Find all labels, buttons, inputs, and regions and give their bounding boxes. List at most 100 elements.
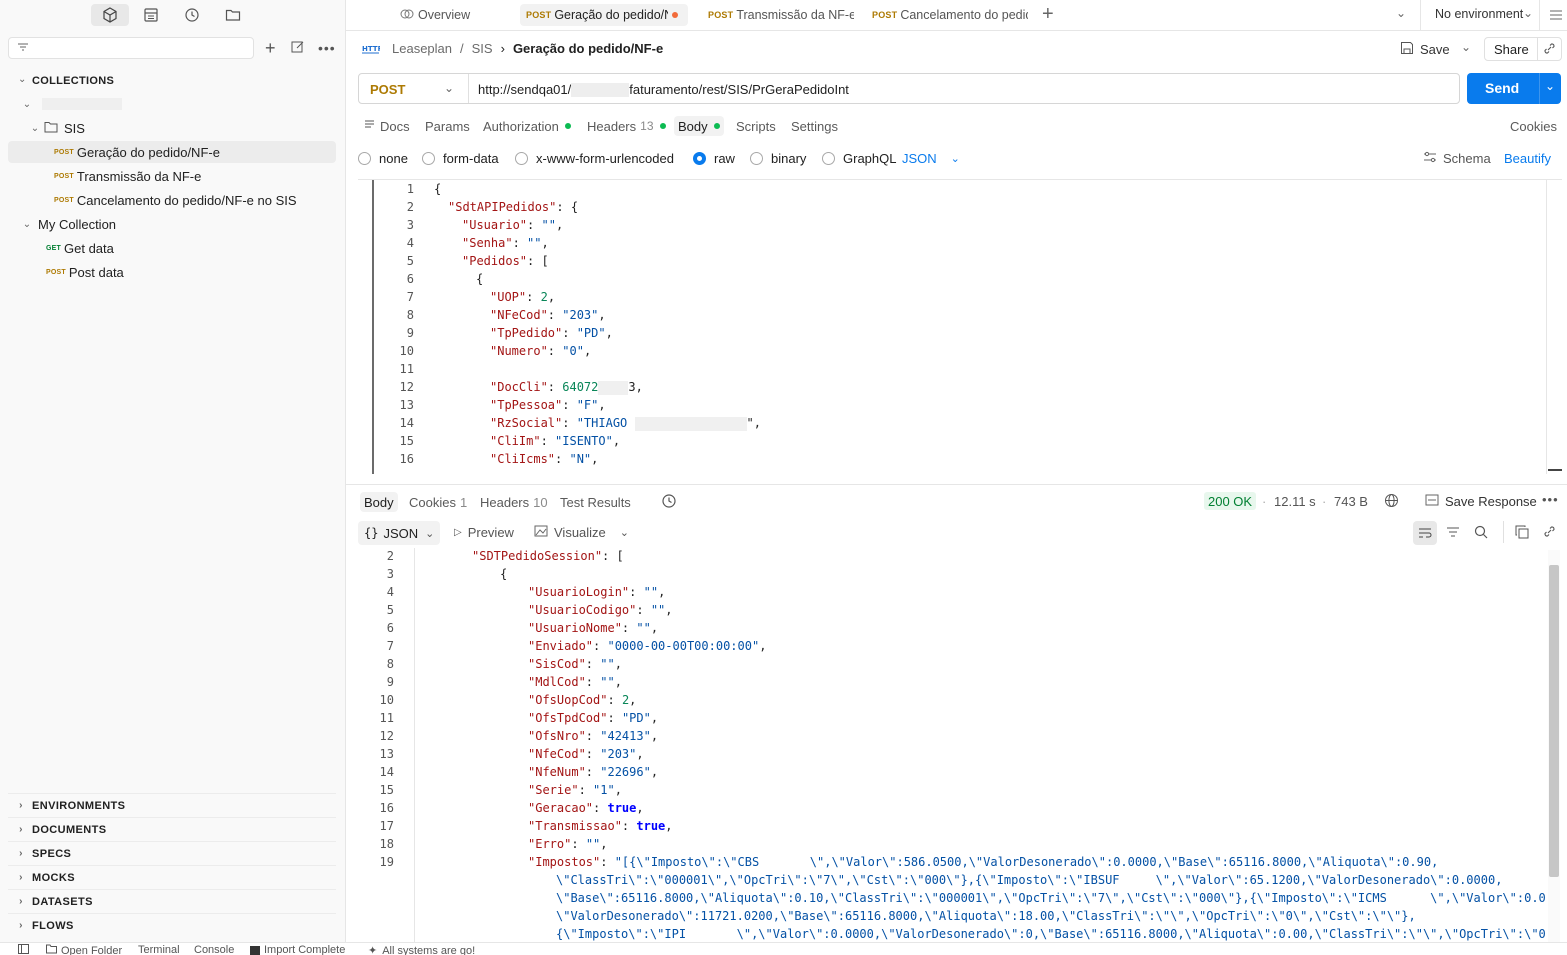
environment-quick-look-icon[interactable]: [1549, 8, 1563, 25]
sidebar-request-post-data[interactable]: POST Post data: [8, 261, 336, 283]
copy-icon[interactable]: [1515, 525, 1529, 542]
tab-body[interactable]: Body: [674, 116, 724, 136]
pane-divider[interactable]: [346, 484, 1567, 485]
tab-transmissao[interactable]: POST Transmissão da NF-e: [702, 4, 854, 26]
url-input[interactable]: http://sendqa01/ faturamento/rest/SIS/Pr…: [478, 82, 849, 97]
breadcrumb-item[interactable]: Leaseplan: [392, 41, 452, 56]
unsaved-dot-icon: [672, 12, 679, 18]
method-select[interactable]: POST: [370, 82, 405, 97]
tab-docs[interactable]: Docs: [364, 116, 410, 136]
link-icon[interactable]: [1543, 42, 1556, 58]
section-mocks[interactable]: › MOCKS: [8, 865, 336, 889]
link-icon[interactable]: [1543, 525, 1556, 541]
radio-urlencoded[interactable]: x-www-form-urlencoded: [515, 151, 674, 166]
radio-graphql[interactable]: GraphQL: [822, 151, 896, 166]
breadcrumb-item[interactable]: SIS: [472, 41, 493, 56]
chevron-down-icon[interactable]: ⌄: [444, 81, 454, 95]
tab-params[interactable]: Params: [425, 116, 470, 136]
radio-binary[interactable]: binary: [750, 151, 806, 166]
chevron-down-icon[interactable]: ⌄: [18, 74, 26, 85]
line-number: 12: [379, 729, 394, 743]
request-body-editor[interactable]: 1{2 "SdtAPIPedidos": {3 "Usuario": "", 4 "Se…: [374, 180, 1544, 474]
history-icon[interactable]: [173, 4, 211, 26]
tab-headers[interactable]: Headers 13: [587, 116, 666, 136]
environment-select[interactable]: No environment: [1435, 7, 1523, 21]
environments-icon[interactable]: [132, 4, 170, 26]
sidebar-request-cancelamento[interactable]: POST Cancelamento do pedido/NF-e no SIS: [8, 189, 336, 211]
tab-overview[interactable]: Overview: [394, 4, 514, 26]
folder-sis[interactable]: ⌄ SIS: [8, 117, 336, 139]
response-scrollbar[interactable]: [1549, 565, 1559, 877]
schema-button[interactable]: Schema: [1423, 151, 1491, 166]
section-environments[interactable]: › ENVIRONMENTS: [8, 793, 336, 817]
sidebar-request-transmissao[interactable]: POST Transmissão da NF-e: [8, 165, 336, 187]
collection-my-collection[interactable]: ⌄ My Collection: [8, 213, 336, 235]
tab-geracao[interactable]: POST Geração do pedido/NF-e: [520, 4, 688, 26]
format-select[interactable]: JSON ⌄: [902, 151, 960, 166]
system-status[interactable]: ✦ All systems are go!: [368, 944, 475, 955]
tab-scripts[interactable]: Scripts: [736, 116, 776, 136]
folder-icon[interactable]: [214, 4, 252, 26]
new-tab-icon[interactable]: +: [1042, 3, 1054, 25]
add-icon[interactable]: +: [265, 39, 276, 57]
collections-label[interactable]: COLLECTIONS: [32, 75, 114, 87]
send-button[interactable]: Send ⌄: [1467, 73, 1561, 104]
import-status[interactable]: Import Complete: [250, 944, 345, 955]
response-time[interactable]: 12.11 s: [1274, 494, 1316, 509]
line-number: 10: [399, 344, 414, 358]
sidebar-request-get-data[interactable]: GET Get data: [8, 237, 336, 259]
save-dropdown-icon[interactable]: ⌄: [1461, 40, 1471, 54]
response-body-viewer[interactable]: 2 "SDTPedidoSession": [3{4 "UsuarioLogin":…: [350, 548, 1546, 942]
active-dot-icon: [564, 123, 571, 129]
tab-settings[interactable]: Settings: [791, 116, 838, 136]
tab-authorization[interactable]: Authorization: [483, 116, 571, 136]
page-title[interactable]: Geração do pedido/NF-e: [513, 41, 663, 56]
tab-cancelamento[interactable]: POST Cancelamento do pedido: [866, 4, 1028, 26]
more-icon[interactable]: •••: [318, 40, 336, 56]
open-folder-button[interactable]: Open Folder: [46, 944, 122, 955]
status-badge[interactable]: 200 OK: [1204, 492, 1257, 510]
section-documents[interactable]: › DOCUMENTS: [8, 817, 336, 841]
section-specs[interactable]: › SPECS: [8, 841, 336, 865]
radio-form-data[interactable]: form-data: [422, 151, 499, 166]
new-request-icon[interactable]: [291, 40, 305, 57]
globe-icon[interactable]: [1384, 493, 1399, 511]
chevron-down-icon[interactable]: ⌄: [1523, 6, 1533, 20]
sidebar-request-geracao[interactable]: POST Geração do pedido/NF-e: [8, 141, 336, 163]
response-format-select[interactable]: {} JSON ⌄: [358, 521, 440, 545]
history-icon[interactable]: [661, 493, 677, 512]
editor-scrollbar[interactable]: [1548, 469, 1562, 471]
code-line: 3{: [350, 565, 1546, 583]
search-icon[interactable]: [1474, 525, 1488, 542]
filter-input[interactable]: [8, 37, 254, 59]
code-line: 13 "TpPessoa": "F",: [374, 396, 1544, 414]
radio-raw[interactable]: raw: [693, 151, 735, 166]
send-dropdown-icon[interactable]: ⌄: [1545, 79, 1555, 93]
section-datasets[interactable]: › DATASETS: [8, 889, 336, 913]
http-icon: HTTP: [362, 41, 383, 58]
collections-icon[interactable]: [91, 4, 129, 26]
beautify-button[interactable]: Beautify: [1504, 151, 1551, 166]
tab-label: Docs: [380, 118, 410, 134]
collection-root[interactable]: ⌄: [8, 93, 336, 115]
terminal-button[interactable]: Terminal: [138, 944, 180, 955]
save-response-button[interactable]: Save Response: [1425, 494, 1537, 509]
preview-button[interactable]: ▷ Preview: [454, 525, 514, 540]
response-tab-body[interactable]: Body: [360, 492, 398, 512]
section-flows[interactable]: › FLOWS: [8, 913, 336, 937]
share-button[interactable]: Share: [1484, 37, 1562, 61]
response-size[interactable]: 743 B: [1334, 494, 1368, 509]
radio-none[interactable]: none: [358, 151, 408, 166]
visualize-button[interactable]: Visualize ⌄: [534, 525, 629, 540]
cookies-link[interactable]: Cookies: [1510, 116, 1557, 136]
console-button[interactable]: Console: [194, 944, 234, 955]
toggle-sidebar-icon[interactable]: [18, 944, 29, 954]
wrap-lines-icon[interactable]: [1413, 521, 1437, 545]
response-tab-cookies[interactable]: Cookies 1: [409, 492, 467, 512]
filter-icon[interactable]: [1446, 526, 1460, 541]
response-tab-headers[interactable]: Headers 10: [480, 492, 548, 512]
more-icon[interactable]: •••: [1542, 492, 1559, 507]
save-button[interactable]: Save: [1400, 41, 1450, 58]
tabs-dropdown-icon[interactable]: ⌄: [1396, 6, 1406, 20]
response-tab-test-results[interactable]: Test Results: [560, 492, 631, 512]
